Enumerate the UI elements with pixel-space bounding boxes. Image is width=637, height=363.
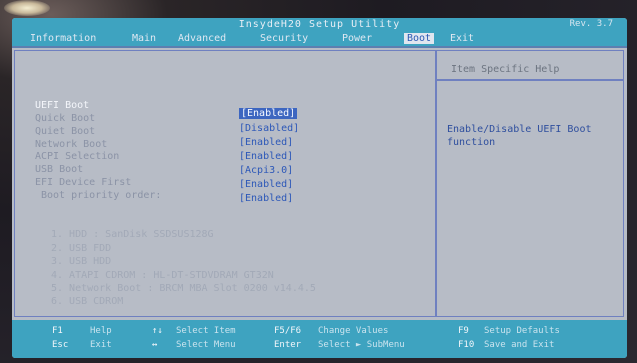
tab-boot[interactable]: Boot bbox=[404, 33, 435, 44]
setting-label-efi-device-first[interactable]: EFI Device First bbox=[35, 177, 131, 188]
boot-order-item[interactable]: 2. USB FDD bbox=[51, 243, 111, 254]
version-label: Rev. 3.7 bbox=[569, 19, 613, 29]
menu-tab-bar: Information Main Advanced Security Power… bbox=[12, 32, 627, 48]
setting-label-quick-boot[interactable]: Quick Boot bbox=[35, 113, 95, 124]
boot-priority-heading: Boot priority order: bbox=[41, 190, 162, 201]
key-esc: Esc bbox=[52, 340, 69, 350]
boot-order-item[interactable]: 1. HDD : SanDisk SSDSUS128G bbox=[51, 229, 214, 240]
key-enter: Enter bbox=[274, 340, 302, 350]
tab-main[interactable]: Main bbox=[132, 33, 156, 44]
boot-order-item[interactable]: 4. ATAPI CDROM : HL-DT-STDVDRAM GT32N bbox=[51, 270, 274, 281]
main-panel: Item Specific Help Enable/Disable UEFI B… bbox=[12, 48, 627, 320]
key-f1-desc: Help bbox=[90, 326, 112, 336]
key-arrows-leftright: ↔ bbox=[152, 340, 158, 350]
key-save-exit-desc: Save and Exit bbox=[484, 340, 555, 350]
tab-advanced[interactable]: Advanced bbox=[178, 33, 226, 44]
content-frame: Item Specific Help Enable/Disable UEFI B… bbox=[14, 50, 624, 317]
setting-label-acpi-selection[interactable]: ACPI Selection bbox=[35, 151, 119, 162]
tab-information[interactable]: Information bbox=[30, 33, 96, 44]
setting-value-uefi-boot[interactable]: [Enabled] bbox=[239, 108, 298, 119]
setting-value-quiet-boot[interactable]: [Enabled] bbox=[239, 137, 293, 148]
key-submenu-desc: Select ► SubMenu bbox=[318, 340, 405, 350]
setting-label-usb-boot[interactable]: USB Boot bbox=[35, 164, 83, 175]
setting-label-uefi-boot[interactable]: UEFI Boot bbox=[35, 100, 89, 111]
title-bar: InsydeH20 Setup Utility Rev. 3.7 bbox=[12, 18, 627, 32]
key-f10: F10 bbox=[458, 340, 475, 350]
help-text: Enable/Disable UEFI Boot function bbox=[447, 124, 592, 148]
setting-label-quiet-boot[interactable]: Quiet Boot bbox=[35, 126, 95, 137]
key-f5-f6: F5/F6 bbox=[274, 326, 302, 336]
setting-value-network-boot[interactable]: [Enabled] bbox=[239, 151, 293, 162]
key-select-item-desc: Select Item bbox=[176, 326, 236, 336]
setting-value-quick-boot[interactable]: [Disabled] bbox=[239, 123, 299, 134]
key-f1: F1 bbox=[52, 326, 63, 336]
key-change-values-desc: Change Values bbox=[318, 326, 389, 336]
boot-order-item[interactable]: 5. Network Boot : BRCM MBA Slot 0200 v14… bbox=[51, 283, 316, 294]
setting-value-acpi-selection[interactable]: [Acpi3.0] bbox=[239, 165, 293, 176]
light-glare bbox=[4, 0, 50, 16]
setting-label-network-boot[interactable]: Network Boot bbox=[35, 139, 107, 150]
key-help-footer: F1 Help Esc Exit ↑↓ Select Item ↔ Select… bbox=[12, 320, 627, 358]
key-arrows-updown: ↑↓ bbox=[152, 326, 163, 336]
setting-value-usb-boot[interactable]: [Enabled] bbox=[239, 179, 293, 190]
help-title: Item Specific Help bbox=[451, 64, 560, 75]
help-divider bbox=[435, 51, 437, 316]
tab-security[interactable]: Security bbox=[260, 33, 308, 44]
key-setup-defaults-desc: Setup Defaults bbox=[484, 326, 560, 336]
key-select-menu-desc: Select Menu bbox=[176, 340, 236, 350]
setting-value-efi-device-first[interactable]: [Enabled] bbox=[239, 193, 293, 204]
boot-order-item[interactable]: 3. USB HDD bbox=[51, 256, 111, 267]
key-esc-desc: Exit bbox=[90, 340, 112, 350]
tab-exit[interactable]: Exit bbox=[450, 33, 474, 44]
key-f9: F9 bbox=[458, 326, 469, 336]
boot-order-item[interactable]: 6. USB CDROM bbox=[51, 296, 123, 307]
tab-power[interactable]: Power bbox=[342, 33, 372, 44]
bios-screen: InsydeH20 Setup Utility Rev. 3.7 Informa… bbox=[12, 18, 627, 358]
help-separator bbox=[437, 79, 623, 81]
window-title: InsydeH20 Setup Utility bbox=[238, 19, 401, 30]
